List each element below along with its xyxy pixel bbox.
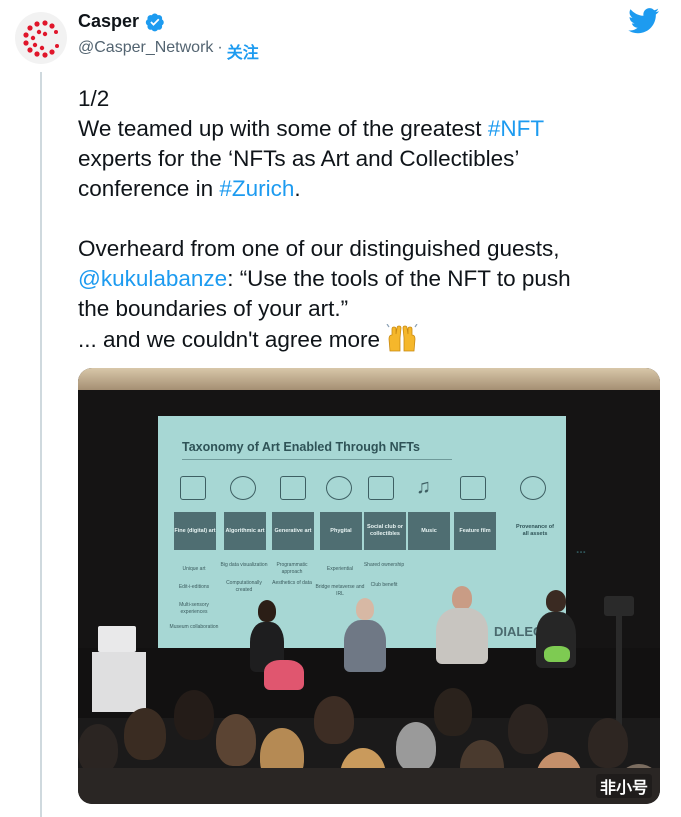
screen-divider <box>182 459 452 460</box>
ceiling <box>78 368 660 390</box>
taxonomy-box: Social club or collectibles <box>364 512 406 550</box>
people-icon <box>368 476 394 500</box>
twitter-bird-icon[interactable] <box>628 8 660 34</box>
tweet-line: We teamed up with some of the greatest #… <box>78 114 668 144</box>
tweet-line: ... and we couldn't agree more <box>78 324 668 355</box>
casper-logo-icon <box>23 20 59 58</box>
audience <box>78 668 660 804</box>
clapperboard-icon <box>460 476 486 500</box>
tweet-line: experts for the ‘NFTs as Art and Collect… <box>78 146 520 171</box>
taxonomy-sub-label: Museum collaboration <box>169 624 219 630</box>
tweet-text-segment: We teamed up with some of the greatest <box>78 116 488 141</box>
author-handle[interactable]: @Casper_Network <box>78 39 213 63</box>
tweet-text-segment: : “Use the tools of the NFT to push <box>227 266 571 291</box>
music-note-icon: ♫ <box>416 476 431 498</box>
ellipsis: ... <box>576 542 587 556</box>
taxonomy-sub-label: Shared ownership <box>363 562 405 568</box>
taxonomy-box: Algorithmic art <box>224 512 266 550</box>
video-camera <box>604 596 634 616</box>
raising-hands-emoji <box>386 324 418 352</box>
tweet-line: conference in #Zurich. <box>78 174 668 204</box>
watermark: 非小号 <box>595 774 652 798</box>
taxonomy-sub-label: Club benefit <box>370 582 398 588</box>
taxonomy-sub-label: Big data visualization <box>220 562 268 568</box>
taxonomy-box: Music <box>408 512 450 550</box>
taxonomy-box: Provenance of all assets <box>516 524 554 537</box>
robot-icon <box>230 476 256 500</box>
screen-title: Taxonomy of Art Enabled Through NFTs <box>182 440 420 454</box>
easel-icon <box>180 476 206 500</box>
tweet-text-segment: conference in <box>78 176 220 201</box>
author-handle-row: @Casper_Network · 关注 <box>78 39 259 63</box>
taxonomy-box: Feature film <box>454 512 496 550</box>
taxonomy-sub-label: Unique art <box>182 566 206 572</box>
author-name-row: Casper <box>78 11 165 32</box>
tweet-line: Overheard from one of our distinguished … <box>78 236 560 261</box>
generative-icon <box>280 476 306 500</box>
handle-separator: · <box>217 39 223 56</box>
taxonomy-box: Phygital <box>320 512 362 550</box>
author-display-name[interactable]: Casper <box>78 11 139 32</box>
taxonomy-sub-label: Computationally created <box>226 580 262 593</box>
medal-icon <box>520 476 546 500</box>
taxonomy-box: Generative art <box>272 512 314 550</box>
tweet-thread-counter: 1/2 <box>78 86 110 111</box>
taxonomy-sub-label: Aesthetics of data <box>272 580 312 586</box>
follow-button[interactable]: 关注 <box>227 39 259 63</box>
tweet-media-photo[interactable]: Taxonomy of Art Enabled Through NFTs ♫ F… <box>78 368 660 804</box>
mention-kukulabanze-link[interactable]: @kukulabanze <box>78 266 227 291</box>
tweet-text: 1/2 We teamed up with some of the greate… <box>78 84 668 355</box>
taxonomy-sub-label: Multi-sensory experiences <box>179 602 209 615</box>
brain-icon <box>326 476 352 500</box>
hashtag-zurich-link[interactable]: #Zurich <box>219 176 294 201</box>
taxonomy-sub-label: Edit-i-editions <box>178 584 210 590</box>
tweet-line: the boundaries of your art.” <box>78 296 349 321</box>
tweet-text-segment: . <box>294 176 301 201</box>
laptop <box>98 626 136 652</box>
hashtag-nft-link[interactable]: #NFT <box>488 116 544 141</box>
tweet-line: @kukulabanze: “Use the tools of the NFT … <box>78 264 668 294</box>
taxonomy-box: Fine (digital) art <box>174 512 216 550</box>
avatar[interactable] <box>15 12 67 64</box>
tweet-text-segment: ... and we couldn't agree more <box>78 327 387 352</box>
verified-badge-icon <box>145 12 164 31</box>
taxonomy-sub-label: Programmatic approach <box>276 562 308 575</box>
thread-connector-line <box>40 72 42 817</box>
